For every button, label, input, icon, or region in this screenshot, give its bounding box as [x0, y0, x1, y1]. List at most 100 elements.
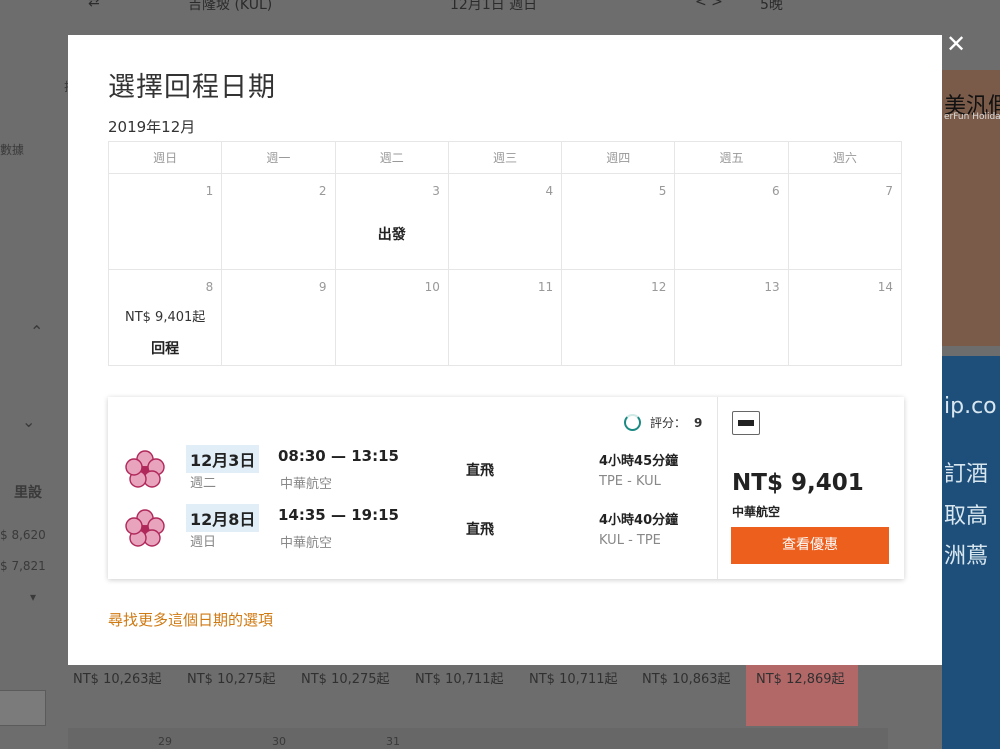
day-number: 8	[205, 280, 214, 294]
calendar-day-cell[interactable]: 9	[221, 269, 336, 366]
calendar-day-cell[interactable]: 12	[561, 269, 676, 366]
leg-carrier: 中華航空	[280, 477, 333, 492]
price-cell: NT$ 12,869起	[756, 672, 845, 687]
leg-stops: 直飛	[466, 522, 494, 538]
calendar: 週日 週一 週二 週三 週四 週五 週六 1 2 3 出發 4 5 6 7 8 NT…	[107, 141, 903, 366]
leg-times: 14:35 — 19:15	[278, 506, 399, 524]
weekday-header: 週一	[221, 141, 336, 174]
price-cell: NT$ 10,263起	[73, 672, 162, 687]
calendar-day-cell[interactable]: 8 NT$ 9,401起 回程	[107, 269, 223, 366]
day-number: 9	[318, 280, 327, 294]
leg-carrier: 中華航空	[280, 536, 333, 551]
leg-weekday: 週二	[190, 476, 217, 491]
price-cell: NT$ 10,711起	[415, 672, 504, 687]
leg-weekday: 週日	[190, 535, 217, 550]
more-options-link[interactable]: 尋找更多這個日期的選項	[108, 609, 273, 630]
left-fragment: $ 8,620	[0, 528, 46, 542]
view-deal-button[interactable]: 查看優惠	[731, 527, 889, 564]
calendar-day-cell[interactable]: 6	[674, 173, 789, 270]
weekday-header: 週五	[674, 141, 789, 174]
ad-banner: ip.co 訂酒 取高 洲蔦	[942, 356, 1000, 749]
flight-result-card[interactable]: 評分： 9 12月3日 週二 08:30 — 13:15 中華航空 直飛 4小時…	[108, 397, 904, 579]
china-airlines-logo-icon	[125, 509, 165, 547]
day-number: 7	[885, 184, 893, 198]
left-fragment: 數據	[0, 143, 25, 157]
leg-times: 08:30 — 13:15	[278, 447, 399, 465]
calendar-day-cell[interactable]: 11	[447, 269, 563, 366]
weekday-header: 週三	[447, 141, 563, 174]
weekday-header: 週六	[787, 141, 903, 174]
leg-stops: 直飛	[466, 463, 494, 479]
calendar-day-cell[interactable]: 4	[447, 173, 563, 270]
rating: 評分： 9	[624, 414, 702, 431]
day-number: 6	[772, 184, 780, 198]
leg-route: KUL - TPE	[599, 533, 661, 548]
price-cell: NT$ 10,863起	[642, 672, 731, 687]
day-cell: 31	[386, 735, 400, 748]
weekday-header: 週二	[334, 141, 449, 174]
departure-label: 出發	[377, 227, 406, 243]
modal-title: 選擇回程日期	[108, 72, 276, 103]
day-number: 3	[432, 184, 440, 198]
flight-leg-return: 12月8日 週日 14:35 — 19:15 中華航空 直飛 4小時40分鐘 K…	[108, 499, 718, 555]
rating-ring-icon	[624, 414, 641, 431]
return-label: 回程	[151, 341, 180, 357]
background-input	[0, 690, 46, 726]
origin-field: 吉隆坡 (KUL)	[188, 0, 273, 13]
month-label: 2019年12月	[108, 118, 196, 136]
flight-leg-outbound: 12月3日 週二 08:30 — 13:15 中華航空 直飛 4小時45分鐘 T…	[108, 440, 718, 496]
calendar-day-cell[interactable]: 2	[221, 173, 336, 270]
return-date-modal: 選擇回程日期 2019年12月 週日 週一 週二 週三 週四 週五 週六 1 2…	[68, 35, 942, 665]
day-number: 14	[877, 280, 893, 294]
close-icon[interactable]: ✕	[944, 30, 968, 58]
day-number: 11	[537, 280, 554, 294]
leg-route: TPE - KUL	[599, 474, 661, 489]
day-number: 10	[424, 280, 440, 294]
calendar-day-cell[interactable]: 1	[107, 173, 223, 270]
ad-text: 取高	[944, 504, 989, 529]
ad-subtext: erFun Holiday	[944, 112, 1000, 122]
rating-label: 評分：	[650, 416, 687, 430]
rating-value: 9	[694, 415, 703, 430]
chevron-up-icon: ⌃	[30, 322, 44, 341]
day-number: 4	[545, 184, 554, 198]
calendar-day-cell[interactable]: 13	[674, 269, 789, 366]
calendar-day-cell[interactable]: 3 出發	[334, 173, 449, 270]
day-cell: 29	[158, 735, 172, 748]
leg-duration: 4小時40分鐘	[599, 513, 679, 528]
date-field: 12月1日 週日	[450, 0, 538, 13]
price-cell: NT$ 10,275起	[187, 672, 276, 687]
swap-icon: ⇄	[88, 0, 100, 10]
leg-duration: 4小時45分鐘	[599, 454, 679, 469]
ad-banner: 美汎假期 erFun Holiday	[942, 70, 1000, 346]
weekday-header: 週四	[561, 141, 676, 174]
day-number: 13	[764, 280, 780, 294]
background-left-panel: 排 數據 ⌃ ⌄ 里設 $ 8,620 $ 7,821 ▾	[0, 0, 76, 749]
calendar-day-cell[interactable]: 5	[561, 173, 676, 270]
day-number: 1	[205, 184, 214, 198]
calendar-day-cell[interactable]: 7	[787, 173, 903, 270]
leg-date: 12月3日	[186, 445, 260, 473]
left-fragment: $ 7,821	[0, 559, 46, 573]
filter-icon: ▾	[30, 590, 37, 604]
card-divider	[717, 397, 718, 579]
day-cell: 30	[272, 735, 286, 748]
left-fragment: 里設	[14, 485, 42, 501]
seat-icon	[732, 411, 760, 435]
day-price: NT$ 9,401起	[124, 310, 206, 325]
day-number: 5	[658, 184, 667, 198]
price-carrier: 中華航空	[732, 505, 781, 519]
day-number: 12	[651, 280, 667, 294]
price-cell: NT$ 10,711起	[529, 672, 618, 687]
calendar-day-cell[interactable]: 10	[334, 269, 449, 366]
background-calendar-row: 29 30 31	[68, 728, 888, 749]
day-number: 2	[318, 184, 327, 198]
background-header: ⇄ 吉隆坡 (KUL) 12月1日 週日 < > 5晚	[0, 0, 1000, 20]
calendar-day-cell[interactable]: 14	[787, 269, 903, 366]
chevron-down-icon: ⌄	[22, 412, 36, 431]
price: NT$ 9,401	[732, 470, 864, 496]
ad-text: 訂酒	[944, 462, 989, 487]
ad-text: ip.co	[944, 394, 997, 419]
date-arrows: < >	[695, 0, 723, 10]
background-price-row: NT$ 10,263起 NT$ 10,275起 NT$ 10,275起 NT$ …	[68, 668, 888, 687]
